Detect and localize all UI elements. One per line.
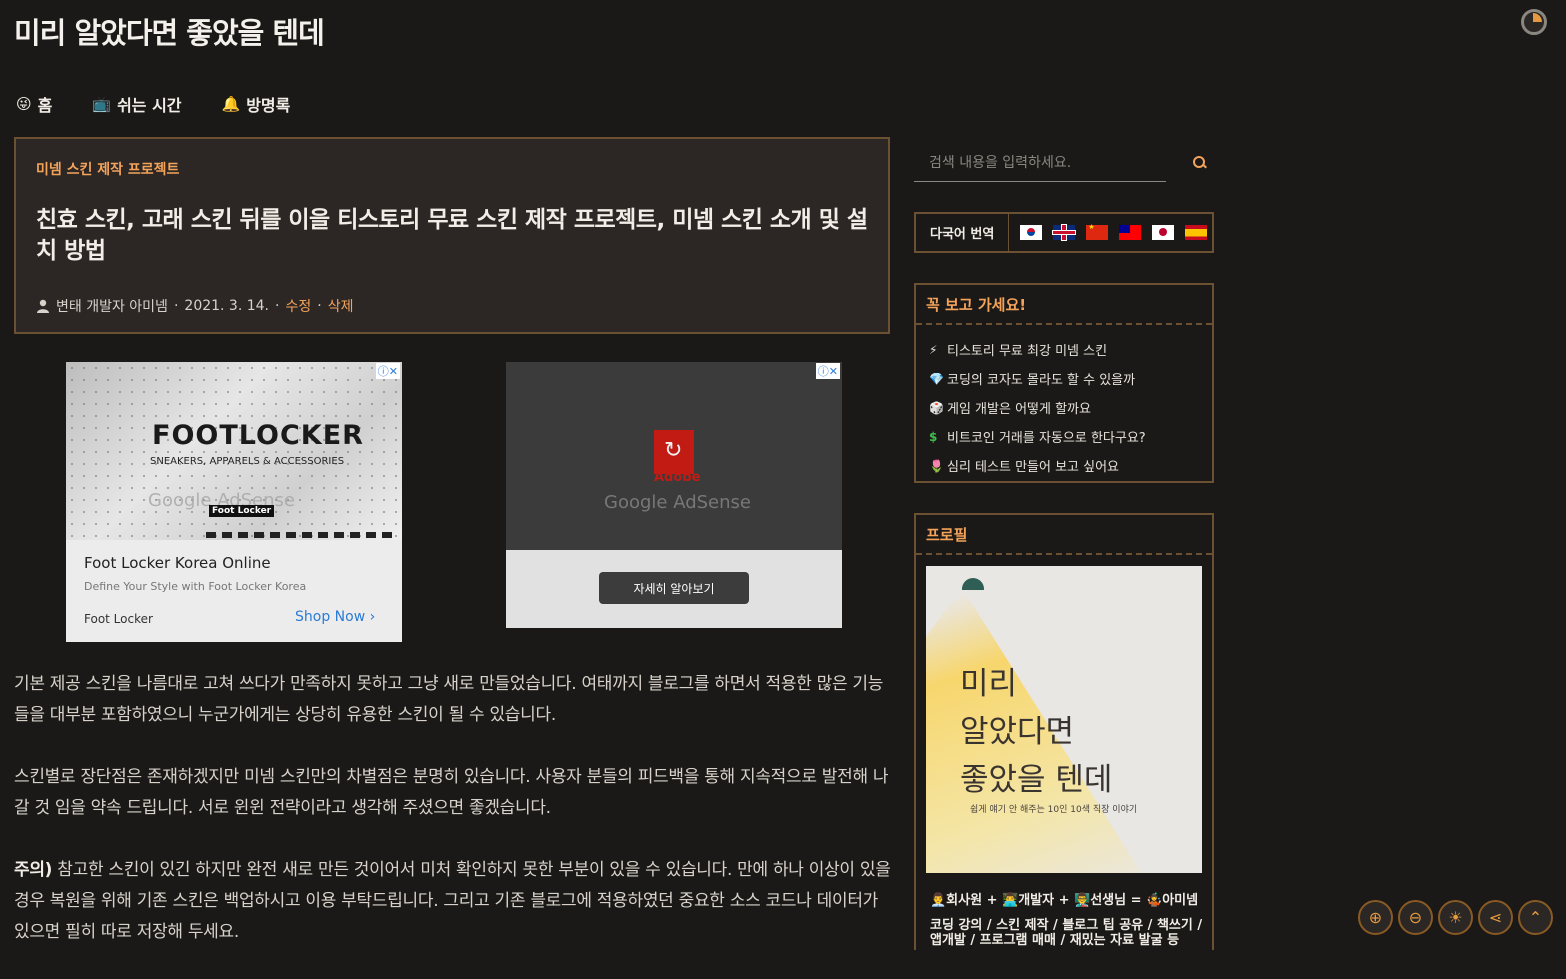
scroll-top-icon[interactable]: ⌃ — [1518, 900, 1553, 935]
dollar-icon: $ — [929, 429, 938, 444]
article-warning: 주의) 참고한 스킨이 있긴 하지만 완전 새로 만든 것이어서 미처 확인하지… — [14, 855, 894, 948]
delete-link[interactable]: 삭제 — [328, 296, 354, 316]
chevron-right-icon: › — [369, 609, 376, 625]
flag-spanish-icon[interactable] — [1185, 225, 1208, 240]
meta-separator: · — [317, 298, 322, 314]
ad-footlocker[interactable]: FOOTLOCKER SNEAKERS, APPARELS & ACCESSOR… — [66, 362, 402, 642]
profile-description: 👨‍💼회사원 + 👨‍💻개발자 + 👨‍🏫선생님 = 🤹아미넴 — [930, 893, 1199, 908]
article-date: 2021. 3. 14. — [184, 298, 270, 314]
ad-choices-icon[interactable]: ⓘ✕ — [375, 363, 400, 379]
adsense-watermark: Google AdSense — [604, 492, 751, 513]
profile-image: 미리 알았다면 좋았을 텐데 쉽게 얘기 안 해주는 10인 10색 직장 이야… — [926, 566, 1202, 873]
article-category[interactable]: 미넴 스킨 제작 프로젝트 — [36, 159, 179, 179]
nav-item-label: 방명록 — [246, 96, 291, 115]
article-paragraph: 스킨별로 장단점은 존재하겠지만 미넴 스킨만의 차별점은 분명히 있습니다. … — [14, 767, 889, 818]
list-item[interactable]: $ 비트코인 거래를 자동으로 한다구요? — [929, 422, 1212, 451]
flag-taiwanese-icon[interactable] — [1119, 225, 1142, 240]
share-icon[interactable]: ⋖ — [1478, 900, 1513, 935]
flag-korean-icon[interactable] — [1020, 225, 1043, 240]
search-input[interactable] — [914, 148, 1169, 178]
article-paragraph: 기본 제공 스킨을 나름대로 고쳐 쓰다가 만족하지 못하고 그냥 새로 만들었… — [14, 674, 884, 725]
ad-image[interactable]: Adobe Google AdSense — [506, 362, 842, 550]
gem-icon: 💎 — [929, 371, 944, 386]
flag-chinese-icon[interactable] — [1086, 223, 1109, 240]
decorative-stripe — [206, 532, 396, 538]
sun-icon[interactable]: ☀ — [1438, 900, 1473, 935]
widget-title: 프로필 — [916, 515, 1212, 555]
list-item[interactable]: 🎲 게임 개발은 어떻게 할까요 — [929, 393, 1212, 422]
flag-japanese-icon[interactable] — [1152, 225, 1175, 240]
ad-tagline: SNEAKERS, APPARELS & ACCESSORIES — [150, 456, 345, 467]
nav-item-guestbook[interactable]: 🔔 방명록 — [222, 92, 291, 116]
tulip-icon: 🌷 — [929, 458, 944, 473]
smile-icon: 😜 — [16, 95, 32, 113]
must-see-widget: 꼭 보고 가세요! ⚡ 티스토리 무료 최강 미넴 스킨 💎 코딩의 코자도 몰라도… — [914, 283, 1214, 483]
bell-icon: 🔔 — [221, 95, 241, 113]
ad-adobe[interactable]: Adobe Google AdSense ⓘ✕ 자세히 알아보기 — [506, 362, 842, 628]
article-header: 미넴 스킨 제작 프로젝트 친효 스킨, 고래 스킨 뒤를 이을 티스토리 무료… — [14, 137, 890, 334]
ad-headline[interactable]: Foot Locker Korea Online — [84, 554, 271, 572]
zoom-out-icon[interactable]: ⊖ — [1398, 900, 1433, 935]
list-item[interactable]: 🌷 심리 테스트 만들어 보고 싶어요 — [929, 451, 1212, 480]
ad-image[interactable]: FOOTLOCKER SNEAKERS, APPARELS & ACCESSOR… — [66, 362, 402, 540]
meta-separator: · — [275, 298, 280, 314]
tv-icon: 📺 — [92, 95, 112, 113]
profile-image-subtitle: 쉽게 얘기 안 해주는 10인 10색 직장 이야기 — [970, 805, 1138, 815]
image-text-line: 알았다면 — [960, 714, 1075, 750]
ad-advertiser: Foot Locker — [84, 612, 153, 626]
profile-tags: 코딩 강의 / 스킨 제작 / 블로그 팁 공유 / 책쓰기 / 앱개발 / 프… — [930, 918, 1203, 948]
nav-item-home[interactable]: 😜 홈 — [16, 92, 52, 116]
nav-item-label: 홈 — [37, 96, 53, 115]
ad-brand: Adobe — [654, 470, 701, 485]
list-item[interactable]: 💎 코딩의 코자도 몰라도 할 수 있을까 — [929, 364, 1212, 393]
search-icon[interactable] — [1192, 155, 1208, 171]
ad-choices-icon[interactable]: ⓘ✕ — [815, 363, 840, 379]
profile-widget: 프로필 미리 알았다면 좋았을 텐데 쉽게 얘기 안 해주는 10인 10색 직… — [914, 513, 1214, 950]
must-see-list: ⚡ 티스토리 무료 최강 미넴 스킨 💎 코딩의 코자도 몰라도 할 수 있을까 🎲… — [916, 325, 1212, 480]
profile-image-text: 미리 알았다면 좋았을 텐데 — [960, 660, 1112, 804]
progress-ring-icon — [1521, 9, 1547, 35]
meta-separator: · — [173, 298, 179, 314]
user-icon — [37, 299, 49, 313]
floating-toolbar: ⊕ ⊖ ☀ ⋖ ⌃ — [1358, 900, 1553, 935]
translate-widget: 다국어 번역 — [914, 212, 1214, 253]
article-title: 친효 스킨, 고래 스킨 뒤를 이을 티스토리 무료 스킨 제작 프로젝트, 미… — [36, 207, 868, 264]
adobe-logo-icon — [654, 430, 694, 474]
warning-label: 주의) — [14, 860, 53, 880]
translate-label: 다국어 번역 — [916, 214, 1010, 251]
list-item-label: 비트코인 거래를 자동으로 한다구요? — [947, 431, 1146, 446]
image-text-line: 좋았을 텐데 — [960, 762, 1113, 798]
list-item-label: 심리 테스트 만들어 보고 싶어요 — [947, 460, 1120, 475]
ad-badge: Foot Locker — [209, 505, 275, 517]
lamp-icon — [962, 578, 984, 590]
image-text-line: 미리 — [960, 666, 1018, 702]
shop-now-label: Shop Now — [295, 609, 366, 625]
list-item-label: 티스토리 무료 최강 미넴 스킨 — [947, 344, 1108, 359]
warning-text: 참고한 스킨이 있긴 하지만 완전 새로 만든 것이어서 미처 확인하지 못한 … — [14, 860, 891, 942]
list-item-label: 게임 개발은 어떻게 할까요 — [947, 402, 1091, 417]
flag-english-icon[interactable] — [1053, 225, 1076, 240]
list-item-label: 코딩의 코자도 몰라도 할 수 있을까 — [947, 373, 1136, 388]
list-item[interactable]: ⚡ 티스토리 무료 최강 미넴 스킨 — [929, 335, 1212, 364]
zoom-in-icon[interactable]: ⊕ — [1358, 900, 1393, 935]
nav-item-label: 쉬는 시간 — [117, 96, 182, 115]
ad-description: Define Your Style with Foot Locker Korea — [84, 580, 307, 593]
blog-title[interactable]: 미리 알았다면 좋았을 텐데 — [14, 10, 325, 52]
article-meta: 변태 개발자 아미넴 · 2021. 3. 14. · 수정 · 삭제 — [36, 296, 353, 316]
ad-footer: 자세히 알아보기 — [506, 550, 842, 628]
ad-brand: FOOTLOCKER — [152, 420, 364, 451]
learn-more-button[interactable]: 자세히 알아보기 — [599, 572, 749, 604]
edit-link[interactable]: 수정 — [285, 296, 311, 316]
article-author: 변태 개발자 아미넴 — [56, 299, 168, 315]
dice-icon: 🎲 — [929, 400, 944, 415]
article-body: 기본 제공 스킨을 나름대로 고쳐 쓰다가 만족하지 못하고 그냥 새로 만들었… — [14, 669, 894, 979]
widget-title: 꼭 보고 가세요! — [916, 285, 1212, 325]
main-nav: 😜 홈 📺 쉬는 시간 🔔 방명록 — [16, 92, 290, 116]
nav-item-break-time[interactable]: 📺 쉬는 시간 — [92, 92, 181, 116]
search-bar — [914, 148, 1169, 182]
lightning-icon: ⚡ — [929, 342, 938, 357]
shop-now-button[interactable]: Shop Now › — [295, 609, 375, 625]
